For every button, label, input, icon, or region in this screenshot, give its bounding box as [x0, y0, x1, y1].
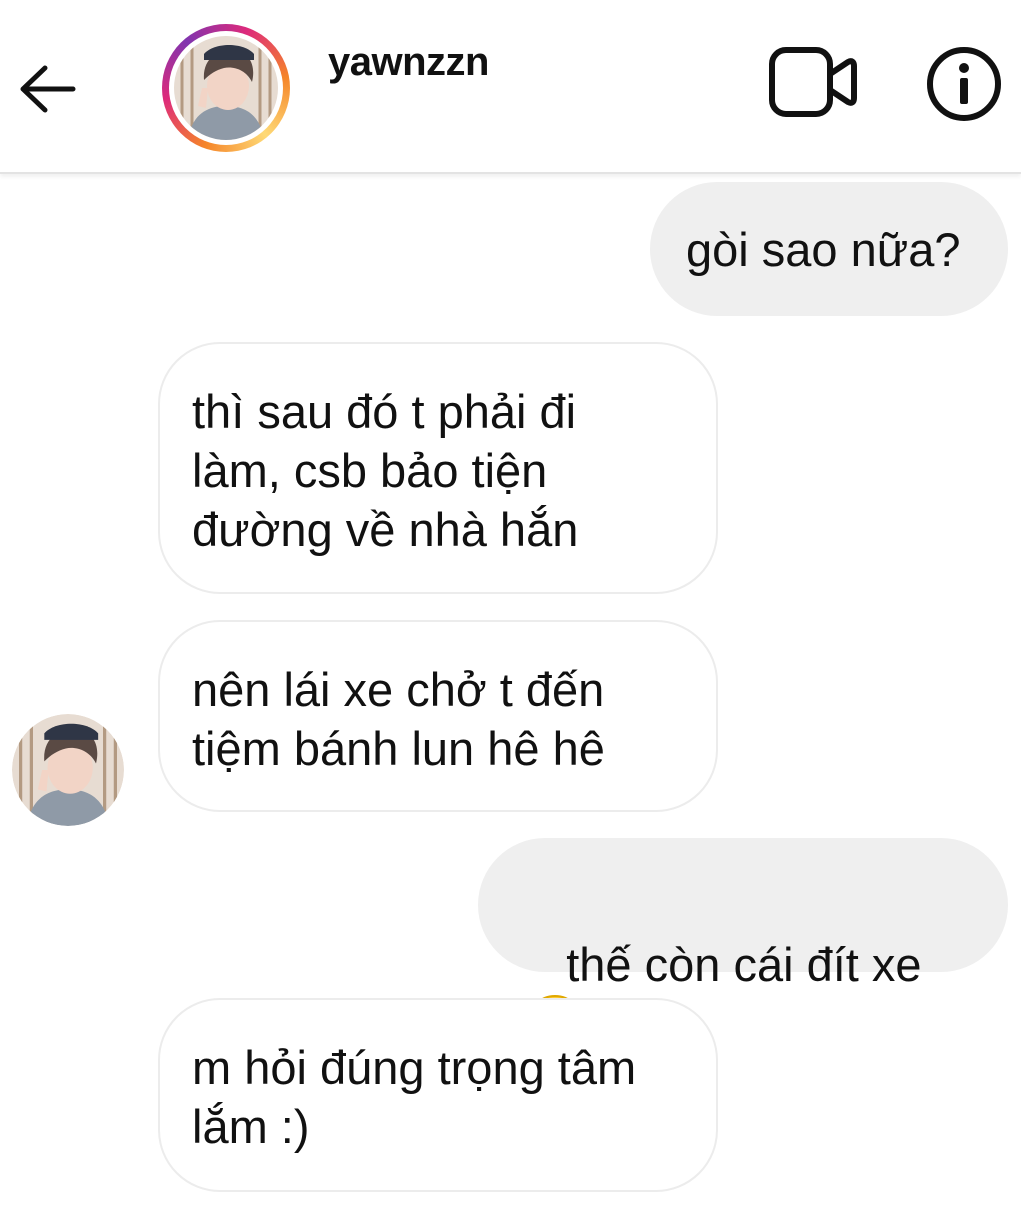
message-bubble-outgoing[interactable]: thế còn cái đít xe	[478, 838, 1008, 1051]
info-button[interactable]	[924, 44, 1004, 124]
video-camera-icon	[769, 47, 857, 117]
chat-header: yawnzzn	[0, 0, 1021, 174]
info-icon	[927, 47, 1001, 121]
message-bubble-incoming[interactable]: m hỏi đúng trọng tâm lắm :)	[158, 998, 718, 1192]
profile-avatar[interactable]	[162, 24, 290, 152]
message-text: thế còn cái đít xe	[566, 938, 922, 991]
back-button[interactable]	[14, 56, 80, 122]
sender-avatar[interactable]	[12, 714, 124, 826]
message-bubble-outgoing[interactable]: gòi sao nữa?	[650, 182, 1008, 316]
chat-username[interactable]: yawnzzn	[328, 40, 489, 85]
arrow-left-icon	[20, 65, 76, 113]
avatar-photo	[12, 714, 124, 826]
avatar-photo	[174, 36, 278, 140]
video-call-button[interactable]	[768, 44, 858, 120]
chat-screen: yawnzzn gòi sao nữa? thì sau đó t phải đ…	[0, 0, 1021, 1215]
message-bubble-incoming[interactable]: thì sau đó t phải đi làm, csb bảo tiện đ…	[158, 342, 718, 594]
message-bubble-incoming[interactable]: nên lái xe chở t đến tiệm bánh lun hê hê	[158, 620, 718, 812]
